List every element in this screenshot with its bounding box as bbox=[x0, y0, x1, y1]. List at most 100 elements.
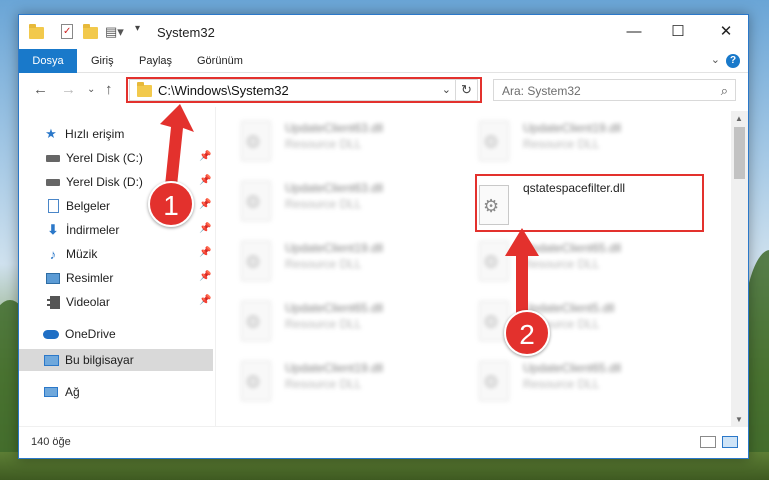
sidebar-item-label: Ağ bbox=[65, 385, 80, 399]
large-icons-view-icon[interactable] bbox=[722, 436, 738, 448]
pin-icon[interactable]: 📌 bbox=[199, 247, 211, 258]
sidebar-item-this-pc[interactable]: Bu bilgisayar bbox=[19, 349, 213, 371]
new-folder-icon[interactable] bbox=[83, 24, 98, 39]
folder-icon bbox=[29, 24, 44, 39]
pane-divider bbox=[215, 107, 216, 427]
file-item[interactable]: UpdateClient63.dll Resource DLL bbox=[219, 175, 439, 231]
dll-file-icon bbox=[479, 121, 509, 161]
ribbon-tabs: Dosya Giriş Paylaş Görünüm ⌄ ? bbox=[19, 49, 748, 73]
dll-file-icon bbox=[241, 361, 271, 401]
file-item[interactable]: UpdateClient65.dll Resource DLL bbox=[457, 235, 677, 291]
details-view-icon[interactable] bbox=[700, 436, 716, 448]
pin-icon[interactable]: 📌 bbox=[199, 175, 211, 186]
forward-arrow-icon[interactable]: → bbox=[61, 81, 76, 98]
close-button[interactable]: ✕ bbox=[703, 15, 749, 47]
computer-icon bbox=[43, 352, 59, 368]
back-arrow-icon[interactable]: ← bbox=[33, 81, 48, 98]
videos-icon bbox=[45, 294, 61, 310]
step-2-badge: 2 bbox=[504, 310, 550, 356]
pin-icon[interactable]: 📌 bbox=[199, 295, 211, 306]
search-placeholder: Ara: System32 bbox=[502, 84, 581, 98]
view-switcher bbox=[700, 436, 738, 448]
address-highlight-box bbox=[126, 77, 482, 103]
dll-file-icon bbox=[479, 361, 509, 401]
file-name: UpdateClient19.dll bbox=[285, 241, 384, 255]
sidebar-item-onedrive[interactable]: OneDrive bbox=[19, 323, 213, 345]
file-item[interactable]: UpdateClient63.dll Resource DLL bbox=[219, 115, 439, 171]
pin-icon[interactable]: 📌 bbox=[199, 199, 211, 210]
window-title: System32 bbox=[157, 25, 215, 40]
scroll-down-icon[interactable]: ▼ bbox=[735, 415, 743, 424]
sidebar-item-local-disk-c[interactable]: Yerel Disk (C:) 📌 bbox=[19, 147, 213, 169]
sidebar-item-label: Videolar bbox=[66, 295, 110, 309]
file-name: UpdateClient63.dll bbox=[285, 181, 384, 195]
file-item[interactable]: UpdateClient19.dll Resource DLL bbox=[457, 115, 677, 171]
file-name: UpdateClient65.dll bbox=[523, 361, 622, 375]
file-item[interactable]: UpdateClient65.dll Resource DLL bbox=[457, 355, 677, 411]
sidebar-item-network[interactable]: Ağ bbox=[19, 381, 213, 403]
pictures-icon bbox=[45, 270, 61, 286]
pin-icon[interactable]: 📌 bbox=[199, 223, 211, 234]
download-icon: ⬇ bbox=[47, 222, 59, 237]
file-type: Resource DLL bbox=[285, 317, 362, 331]
file-highlight-box bbox=[475, 174, 704, 232]
tab-home[interactable]: Giriş bbox=[81, 49, 124, 73]
pin-icon[interactable]: 📌 bbox=[199, 151, 211, 162]
dll-file-icon bbox=[241, 121, 271, 161]
up-arrow-icon[interactable]: ↑ bbox=[105, 81, 113, 98]
sidebar-item-label: Yerel Disk (D:) bbox=[66, 175, 143, 189]
scroll-up-icon[interactable]: ▲ bbox=[735, 114, 743, 123]
file-item[interactable]: UpdateClient19.dll Resource DLL bbox=[219, 235, 439, 291]
navigation-bar: ← → ⌄ ↑ C:\Windows\System32 ⌄ ↻ Ara: Sys… bbox=[19, 73, 748, 107]
scrollbar-thumb[interactable] bbox=[734, 127, 745, 179]
properties-icon[interactable]: ✓ bbox=[61, 24, 73, 39]
file-name: UpdateClient19.dll bbox=[285, 361, 384, 375]
tab-file[interactable]: Dosya bbox=[19, 49, 77, 73]
file-type: Resource DLL bbox=[523, 377, 600, 391]
chevron-down-icon[interactable]: ⌄ bbox=[711, 53, 720, 66]
item-count: 140 öğe bbox=[31, 436, 71, 448]
file-name: UpdateClient19.dll bbox=[523, 121, 622, 135]
file-item[interactable]: UpdateClient65.dll Resource DLL bbox=[219, 295, 439, 351]
file-type: Resource DLL bbox=[523, 137, 600, 151]
file-type: Resource DLL bbox=[285, 137, 362, 151]
tab-view[interactable]: Görünüm bbox=[187, 49, 253, 73]
sidebar-item-videos[interactable]: Videolar 📌 bbox=[19, 291, 213, 313]
music-icon: ♪ bbox=[49, 246, 57, 262]
file-item[interactable]: UpdateClient5.dll Resource DLL bbox=[457, 295, 677, 351]
file-item[interactable]: UpdateClient19.dll Resource DLL bbox=[219, 355, 439, 411]
customize-toolbar-icon[interactable]: ▾ bbox=[135, 23, 140, 39]
maximize-button[interactable]: ☐ bbox=[655, 15, 701, 47]
file-name: UpdateClient63.dll bbox=[285, 121, 384, 135]
sidebar-item-label: Müzik bbox=[66, 247, 98, 261]
file-type: Resource DLL bbox=[523, 257, 600, 271]
help-icon[interactable]: ? bbox=[726, 54, 740, 68]
title-bar: ✓ ▤▾ ▾ System32 — ☐ ✕ bbox=[19, 15, 748, 49]
drive-icon bbox=[45, 174, 61, 190]
dll-file-icon bbox=[241, 181, 271, 221]
sidebar-item-music[interactable]: ♪ Müzik 📌 bbox=[19, 243, 213, 265]
file-name: UpdateClient65.dll bbox=[285, 301, 384, 315]
search-input[interactable]: Ara: System32 ⌕ bbox=[493, 79, 736, 101]
step-1-badge: 1 bbox=[148, 181, 194, 227]
sidebar-item-label: OneDrive bbox=[65, 327, 116, 341]
star-icon: ★ bbox=[45, 126, 57, 141]
minimize-button[interactable]: — bbox=[611, 15, 657, 47]
sidebar-item-quick-access[interactable]: ★ Hızlı erişim bbox=[19, 123, 213, 145]
view-options-icon[interactable]: ▤▾ bbox=[105, 24, 124, 40]
documents-icon bbox=[45, 198, 61, 214]
sidebar-item-label: İndirmeler bbox=[66, 223, 120, 237]
navigation-pane: ★ Hızlı erişim Yerel Disk (C:) 📌 Yerel D… bbox=[19, 113, 215, 423]
recent-locations-icon[interactable]: ⌄ bbox=[87, 84, 95, 95]
sidebar-item-pictures[interactable]: Resimler 📌 bbox=[19, 267, 213, 289]
sidebar-item-label: Belgeler bbox=[66, 199, 111, 213]
sidebar-item-label: Yerel Disk (C:) bbox=[66, 151, 143, 165]
sidebar-item-label: Hızlı erişim bbox=[65, 127, 125, 141]
search-icon[interactable]: ⌕ bbox=[721, 83, 728, 99]
dll-file-icon bbox=[241, 301, 271, 341]
drive-icon bbox=[45, 150, 61, 166]
tab-share[interactable]: Paylaş bbox=[129, 49, 182, 73]
pin-icon[interactable]: 📌 bbox=[199, 271, 211, 282]
cloud-icon bbox=[43, 326, 59, 342]
vertical-scrollbar[interactable]: ▲ ▼ bbox=[731, 111, 748, 427]
